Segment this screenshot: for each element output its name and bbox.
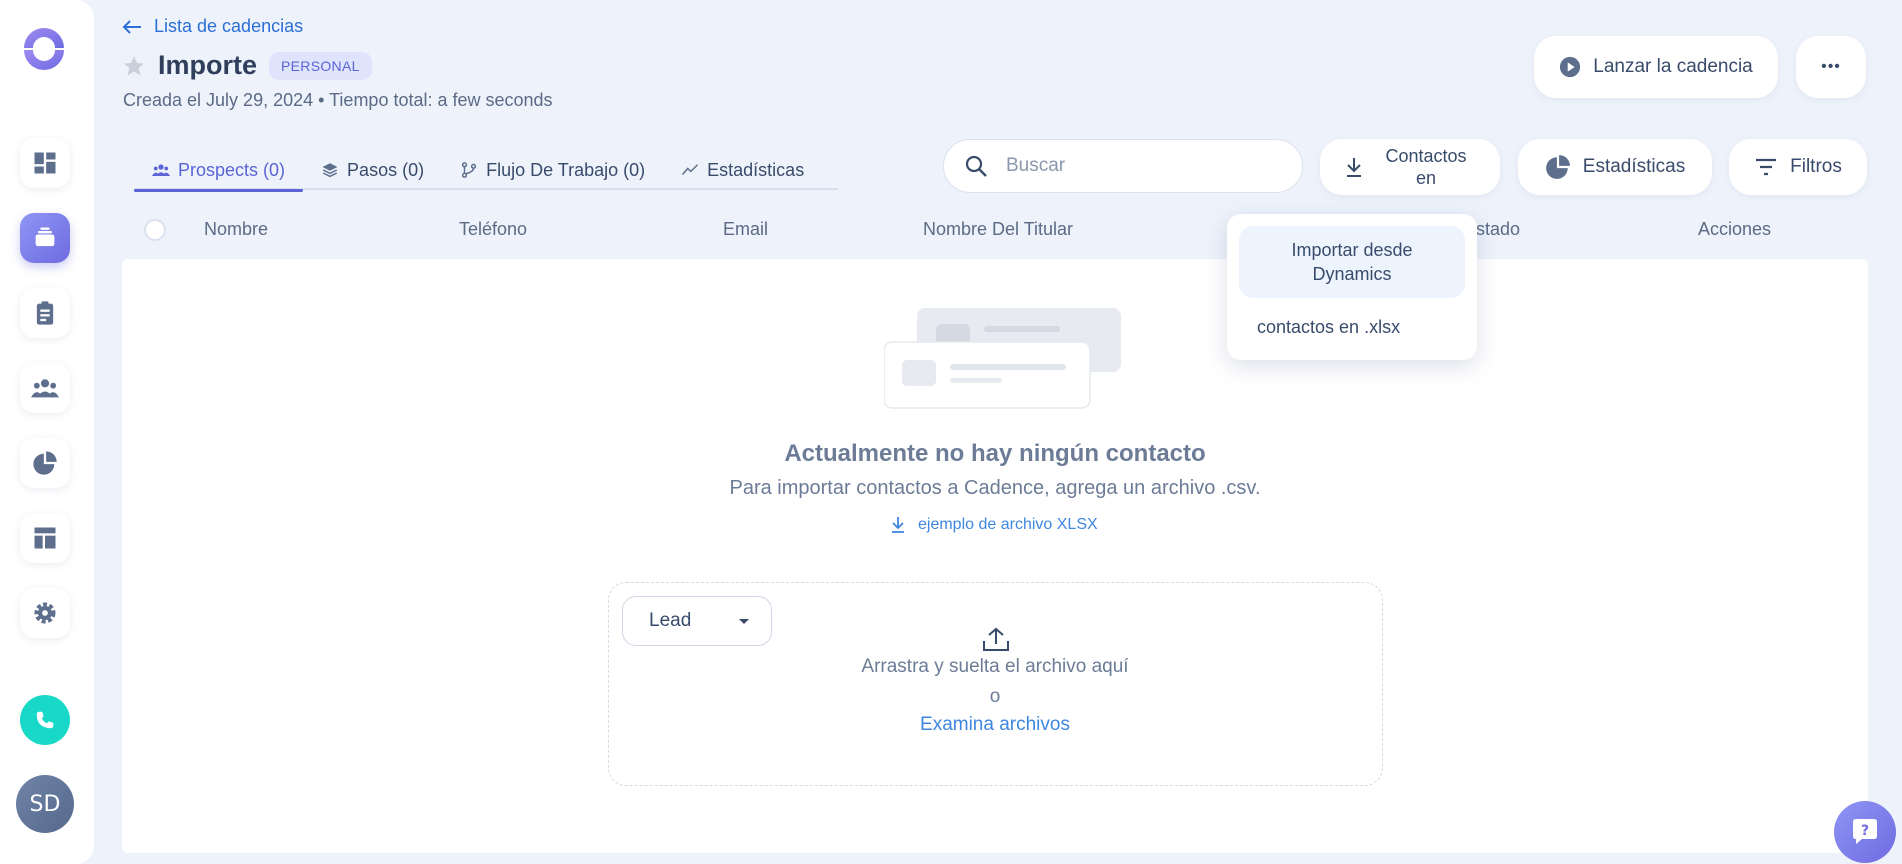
contacts-import-dropdown: Importar desde Dynamics contactos en .xl… <box>1227 214 1477 360</box>
page-title: Importe <box>158 50 258 80</box>
tab-prospects[interactable]: Prospects (0) <box>134 150 304 192</box>
more-options-button[interactable]: ••• <box>1796 36 1866 98</box>
pie-chart-icon <box>1545 155 1570 179</box>
empty-state-title: Actualmente no hay ningún contacto <box>784 440 1206 467</box>
layout-icon <box>34 527 56 549</box>
tab-label: Prospects (0) <box>178 159 286 180</box>
tab-label: Flujo De Trabajo (0) <box>486 159 646 180</box>
trend-icon <box>682 164 699 175</box>
title-row: Importe PERSONAL <box>122 50 372 81</box>
column-header[interactable]: Nombre Del Titular <box>923 219 1073 240</box>
gear-icon <box>34 602 56 624</box>
cadence-meta: Creada el July 29, 2024 • Tiempo total: … <box>123 90 553 110</box>
tab-label: Pasos (0) <box>347 159 425 180</box>
or-text: o <box>989 686 1001 707</box>
lead-type-value: Lead <box>649 610 692 631</box>
launch-cadence-button[interactable]: Lanzar la cadencia <box>1534 36 1778 98</box>
people-icon <box>31 379 59 398</box>
tab-label: Estadísticas <box>707 159 805 180</box>
sample-file-link[interactable]: ejemplo de archivo XLSX <box>890 516 1098 534</box>
arrow-left-icon <box>122 19 141 34</box>
nav-dashboard[interactable] <box>20 138 70 188</box>
back-link-label: Lista de cadencias <box>154 16 304 36</box>
back-link[interactable]: Lista de cadencias <box>122 16 303 37</box>
browse-files-link[interactable]: Examina archivos <box>920 714 1070 735</box>
caret-down-icon <box>739 619 749 624</box>
lead-type-select[interactable]: Lead <box>622 596 772 646</box>
select-all-checkbox[interactable] <box>144 219 166 241</box>
column-header[interactable]: Teléfono <box>459 219 527 240</box>
avatar[interactable]: SD <box>16 775 74 833</box>
column-header[interactable]: stado <box>1476 219 1520 240</box>
statistics-label: Estadísticas <box>1582 156 1686 177</box>
filter-icon <box>1756 158 1777 176</box>
statistics-button[interactable]: Estadísticas <box>1518 139 1712 195</box>
empty-state-subtitle: Para importar contactos a Cadence, agreg… <box>729 477 1261 499</box>
column-header[interactable]: Email <box>723 219 768 240</box>
app-logo[interactable] <box>20 24 68 72</box>
type-badge: PERSONAL <box>269 51 372 80</box>
play-circle-icon <box>1560 56 1581 78</box>
help-button[interactable]: ? <box>1834 801 1896 863</box>
download-icon <box>892 517 904 533</box>
search-box[interactable] <box>943 139 1303 193</box>
tab-steps[interactable]: Pasos (0) <box>303 150 442 190</box>
contacts-import-label: Contactos en <box>1385 146 1467 188</box>
star-icon[interactable] <box>122 54 146 78</box>
sample-file-label: ejemplo de archivo XLSX <box>918 516 1098 533</box>
filters-button[interactable]: Filtros <box>1729 139 1867 195</box>
table-header: Nombre Teléfono Email Nombre Del Titular… <box>122 207 1868 251</box>
svg-text:?: ? <box>1861 823 1869 839</box>
tab-workflow[interactable]: Flujo De Trabajo (0) <box>442 150 663 190</box>
nav-settings[interactable] <box>20 588 70 638</box>
tab-bar: Prospects (0) Pasos (0) Flujo De Trabajo… <box>134 150 838 192</box>
column-header[interactable]: Acciones <box>1698 219 1771 240</box>
more-icon: ••• <box>1821 58 1841 75</box>
filters-label: Filtros <box>1790 156 1842 177</box>
import-from-dynamics-item[interactable]: Importar desde Dynamics <box>1239 226 1465 298</box>
drag-drop-text: Arrastra y suelta el archivo aquí <box>861 656 1129 677</box>
stack-icon <box>35 227 55 247</box>
contacts-import-button[interactable]: Contactos en <box>1320 139 1500 195</box>
nav-cadences[interactable] <box>20 213 70 263</box>
import-xlsx-item[interactable]: contactos en .xlsx <box>1239 302 1465 352</box>
people-icon <box>152 164 170 176</box>
nav-people[interactable] <box>20 363 70 413</box>
column-header[interactable]: Nombre <box>204 219 268 240</box>
upload-icon <box>983 627 1009 651</box>
layers-icon <box>322 163 338 178</box>
browse-row: Examina archivos <box>0 714 1902 736</box>
dashboard-icon <box>34 152 56 174</box>
download-icon <box>1347 158 1361 177</box>
clipboard-icon <box>36 301 54 325</box>
nav-templates[interactable] <box>20 513 70 563</box>
workflow-icon <box>461 162 477 178</box>
help-icon: ? <box>1853 819 1877 844</box>
search-input[interactable] <box>1006 155 1266 177</box>
search-icon <box>965 155 987 177</box>
tab-statistics[interactable]: Estadísticas <box>663 150 822 190</box>
nav-tasks[interactable] <box>20 288 70 338</box>
launch-cadence-label: Lanzar la cadencia <box>1593 56 1753 77</box>
empty-state-illustration <box>884 308 1121 409</box>
